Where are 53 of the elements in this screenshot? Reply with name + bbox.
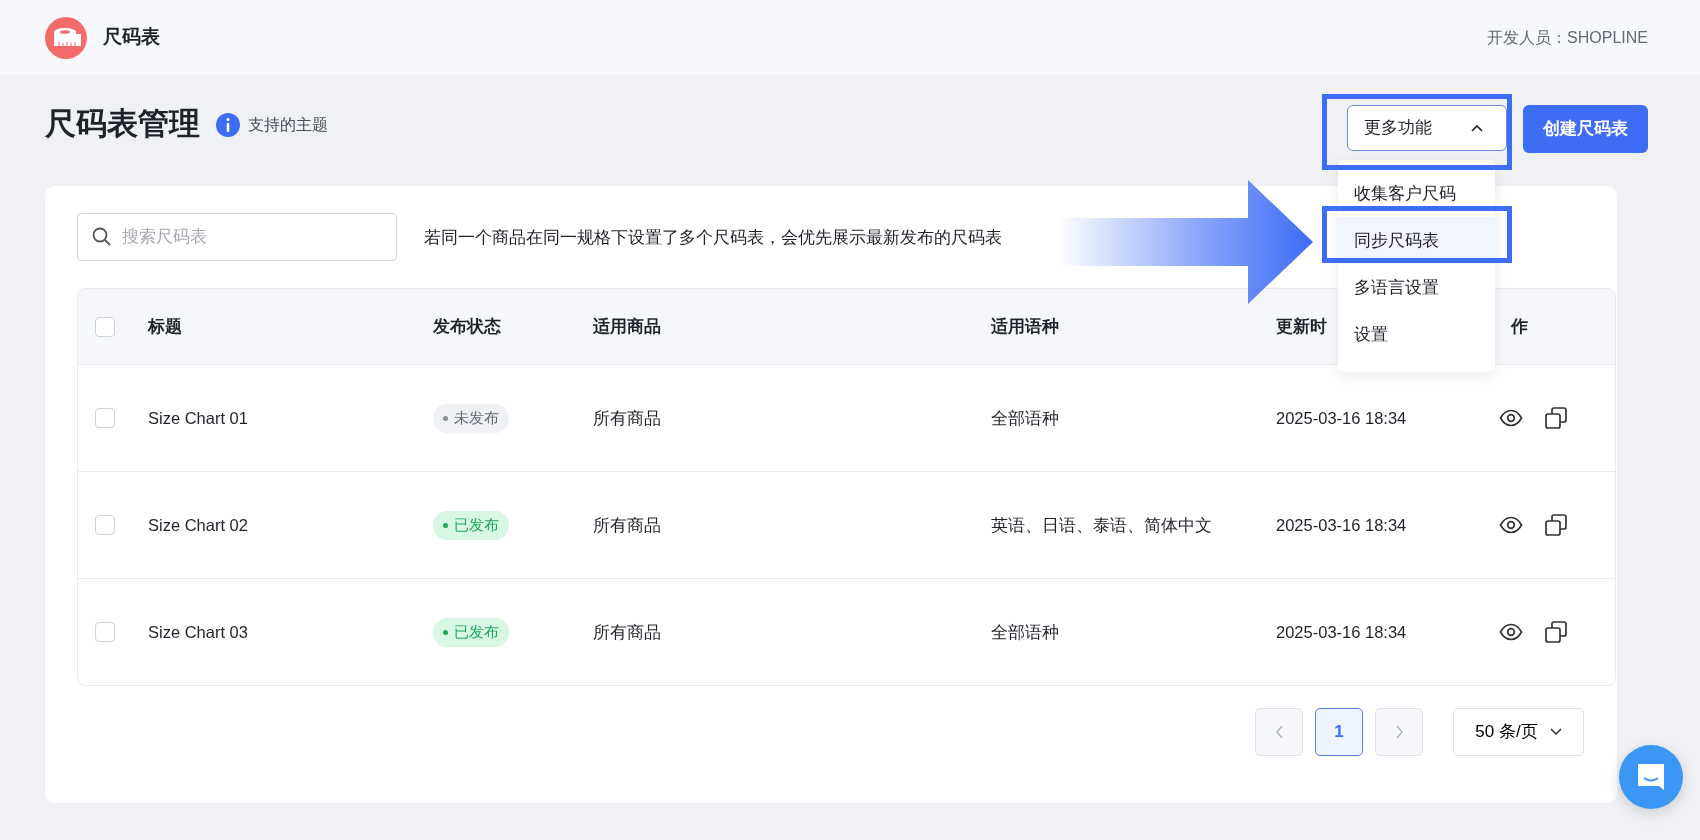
view-icon[interactable] [1499, 515, 1523, 535]
chat-icon [1635, 761, 1667, 793]
row-checkbox[interactable] [95, 622, 115, 642]
languages-cell: 全部语种 [991, 622, 1059, 641]
title-cell: Size Chart 02 [148, 515, 248, 534]
info-icon [216, 113, 240, 137]
products-cell: 所有商品 [593, 408, 661, 427]
status-tag: 已发布 [433, 511, 509, 540]
status-tag: 已发布 [433, 618, 509, 647]
column-header: 发布状态 [433, 317, 501, 336]
languages-cell: 英语、日语、泰语、简体中文 [991, 515, 1212, 534]
select-all-checkbox[interactable] [95, 316, 115, 337]
chevron-right-icon [1394, 725, 1404, 739]
column-header: 适用商品 [593, 317, 661, 336]
title-cell: Size Chart 03 [148, 622, 248, 641]
page-size-select[interactable]: 50 条/页 [1453, 708, 1584, 756]
menu-item[interactable]: 同步尺码表 [1338, 217, 1495, 264]
products-cell: 所有商品 [593, 515, 661, 534]
view-icon[interactable] [1499, 622, 1523, 642]
status-tag: 未发布 [433, 404, 509, 433]
column-header: 作 [1511, 317, 1528, 336]
column-header: 适用语种 [991, 317, 1059, 336]
copy-icon[interactable] [1545, 407, 1567, 429]
time-cell: 2025-03-16 18:34 [1276, 408, 1407, 427]
copy-icon[interactable] [1545, 514, 1567, 536]
chevron-left-icon [1274, 725, 1284, 739]
languages-cell: 全部语种 [991, 408, 1059, 427]
column-header: 标题 [148, 317, 182, 336]
row-checkbox[interactable] [95, 515, 115, 535]
copy-icon[interactable] [1545, 621, 1567, 643]
row-checkbox[interactable] [95, 408, 115, 428]
help-link[interactable]: 支持的主题 [248, 113, 328, 137]
logo-icon [45, 16, 87, 59]
search-field[interactable]: 搜索尺码表 [77, 213, 397, 261]
page-button[interactable]: 1 [1315, 708, 1363, 756]
time-cell: 2025-03-16 18:34 [1276, 515, 1407, 534]
chevron-down-icon [1549, 728, 1562, 736]
products-cell: 所有商品 [593, 622, 661, 641]
menu-item[interactable]: 多语言设置 [1338, 264, 1495, 311]
column-header: 更新时 [1276, 317, 1327, 336]
time-cell: 2025-03-16 18:34 [1276, 622, 1407, 641]
menu-item[interactable]: 收集客户尺码 [1338, 170, 1495, 217]
view-icon[interactable] [1499, 408, 1523, 428]
more-button[interactable]: 更多功能 [1347, 105, 1507, 151]
app-title: 尺码表 [103, 25, 160, 50]
chat-button[interactable] [1619, 745, 1683, 809]
hint-text: 若同一个商品在同一规格下设置了多个尺码表，会优先展示最新发布的尺码表 [424, 226, 1002, 248]
page-title: 尺码表管理 [45, 105, 200, 143]
developer-label: 开发人员：SHOPLINE [1487, 27, 1648, 48]
title-cell: Size Chart 01 [148, 408, 248, 427]
menu-item[interactable]: 设置 [1338, 311, 1495, 358]
create-button[interactable]: 创建尺码表 [1523, 105, 1648, 153]
search-icon [92, 227, 111, 246]
